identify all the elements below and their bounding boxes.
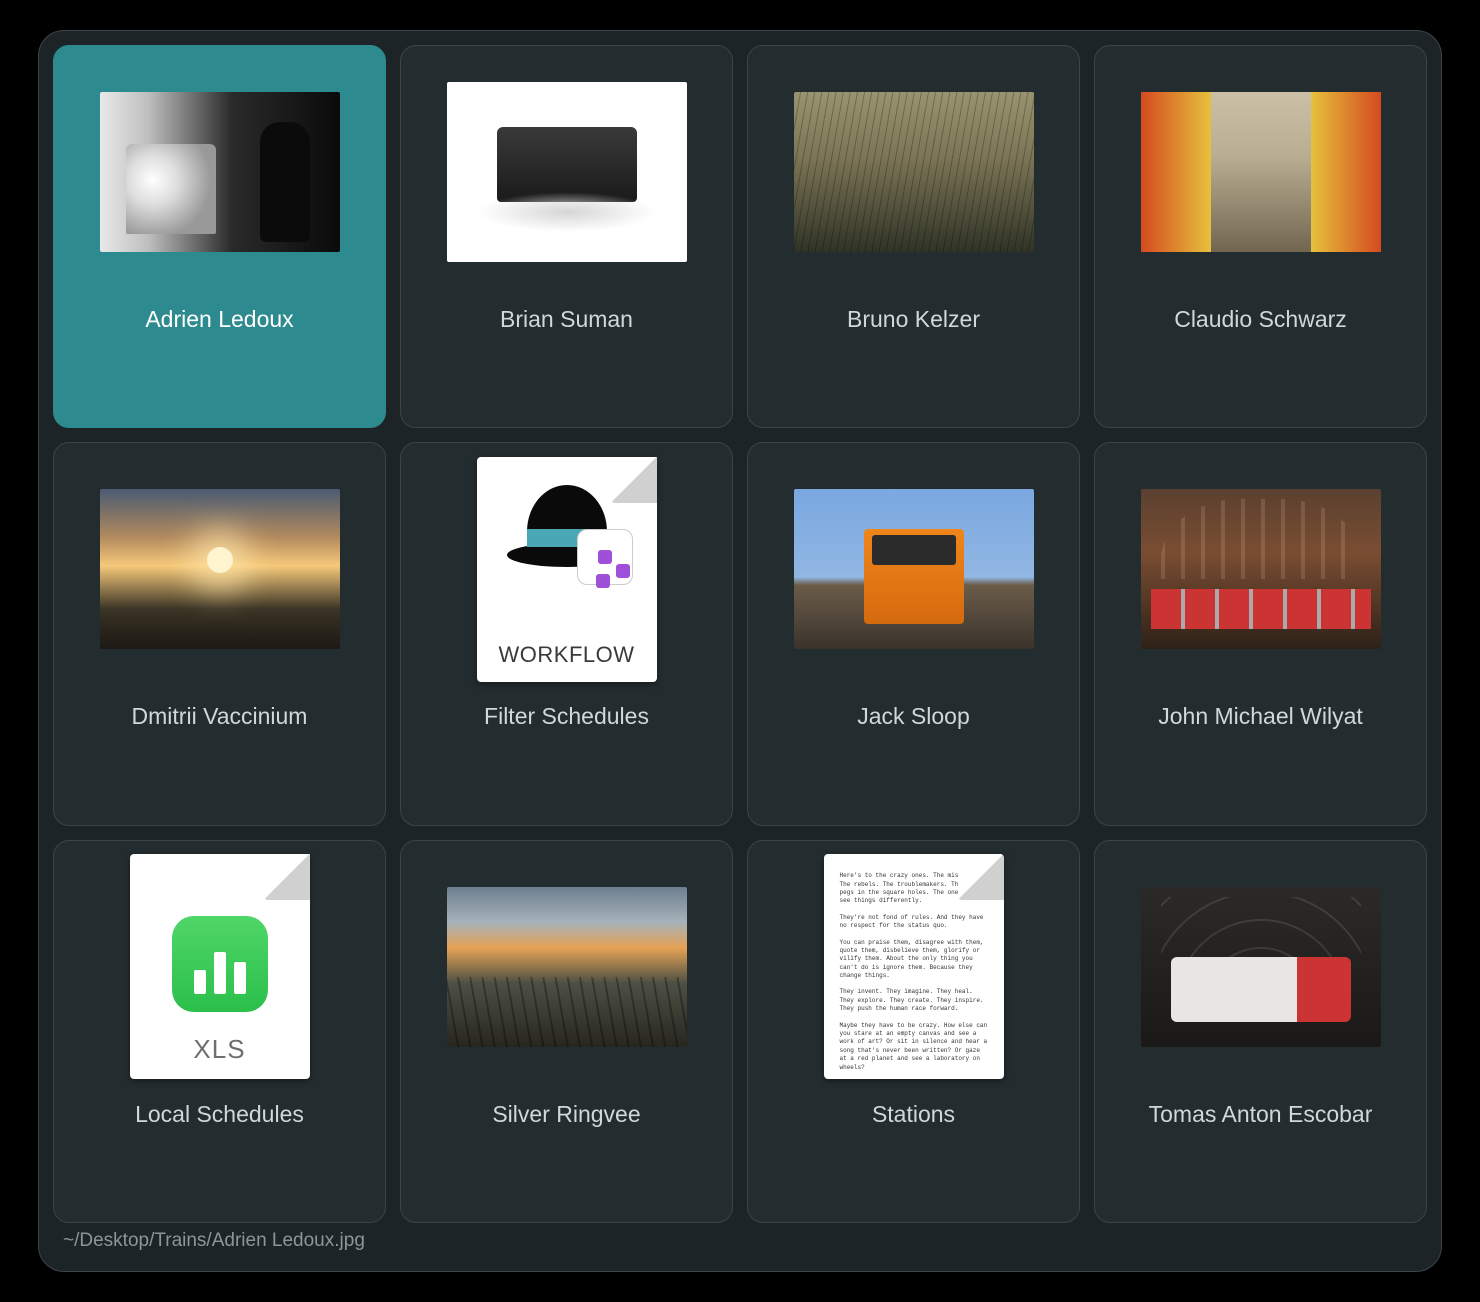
grid-item-label: John Michael Wilyat xyxy=(1158,703,1363,730)
grid-item[interactable]: Dmitrii Vaccinium xyxy=(53,442,386,825)
grid-item-label: Brian Suman xyxy=(500,306,633,333)
text-file-icon: Here's to the crazy ones. The misfits. T… xyxy=(794,867,1034,1067)
image-thumbnail xyxy=(447,72,687,272)
grid-item[interactable]: John Michael Wilyat xyxy=(1094,442,1427,825)
grid-item-label: Silver Ringvee xyxy=(492,1101,640,1128)
grid-item[interactable]: Here's to the crazy ones. The misfits. T… xyxy=(747,840,1080,1223)
grid-item[interactable]: Jack Sloop xyxy=(747,442,1080,825)
results-grid: Adrien Ledoux Brian Suman Bruno Kelzer Clau… xyxy=(53,45,1427,1223)
grid-item-label: Bruno Kelzer xyxy=(847,306,980,333)
results-panel: Adrien Ledoux Brian Suman Bruno Kelzer Clau… xyxy=(38,30,1442,1272)
image-thumbnail xyxy=(100,469,340,669)
image-thumbnail xyxy=(1141,469,1381,669)
xls-file-icon: XLS xyxy=(100,867,340,1067)
image-thumbnail xyxy=(447,867,687,1067)
grid-item-label: Stations xyxy=(872,1101,955,1128)
grid-item-label: Claudio Schwarz xyxy=(1174,306,1347,333)
image-thumbnail xyxy=(794,469,1034,669)
image-thumbnail xyxy=(100,72,340,272)
grid-item[interactable]: Adrien Ledoux xyxy=(53,45,386,428)
grid-item[interactable]: Tomas Anton Escobar xyxy=(1094,840,1427,1223)
grid-item[interactable]: WORKFLOW Filter Schedules xyxy=(400,442,733,825)
grid-item[interactable]: XLS Local Schedules xyxy=(53,840,386,1223)
grid-item[interactable]: Claudio Schwarz xyxy=(1094,45,1427,428)
grid-item[interactable]: Bruno Kelzer xyxy=(747,45,1080,428)
grid-item-label: Tomas Anton Escobar xyxy=(1149,1101,1373,1128)
grid-item-label: Filter Schedules xyxy=(484,703,649,730)
grid-item[interactable]: Brian Suman xyxy=(400,45,733,428)
image-thumbnail xyxy=(1141,867,1381,1067)
workflow-file-icon: WORKFLOW xyxy=(447,469,687,669)
grid-item-label: Jack Sloop xyxy=(857,703,970,730)
image-thumbnail xyxy=(1141,72,1381,272)
grid-item-label: Local Schedules xyxy=(135,1101,304,1128)
grid-item-label: Adrien Ledoux xyxy=(145,306,293,333)
grid-item-label: Dmitrii Vaccinium xyxy=(132,703,308,730)
grid-item[interactable]: Silver Ringvee xyxy=(400,840,733,1223)
status-path: ~/Desktop/Trains/Adrien Ledoux.jpg xyxy=(53,1223,1427,1259)
image-thumbnail xyxy=(794,72,1034,272)
